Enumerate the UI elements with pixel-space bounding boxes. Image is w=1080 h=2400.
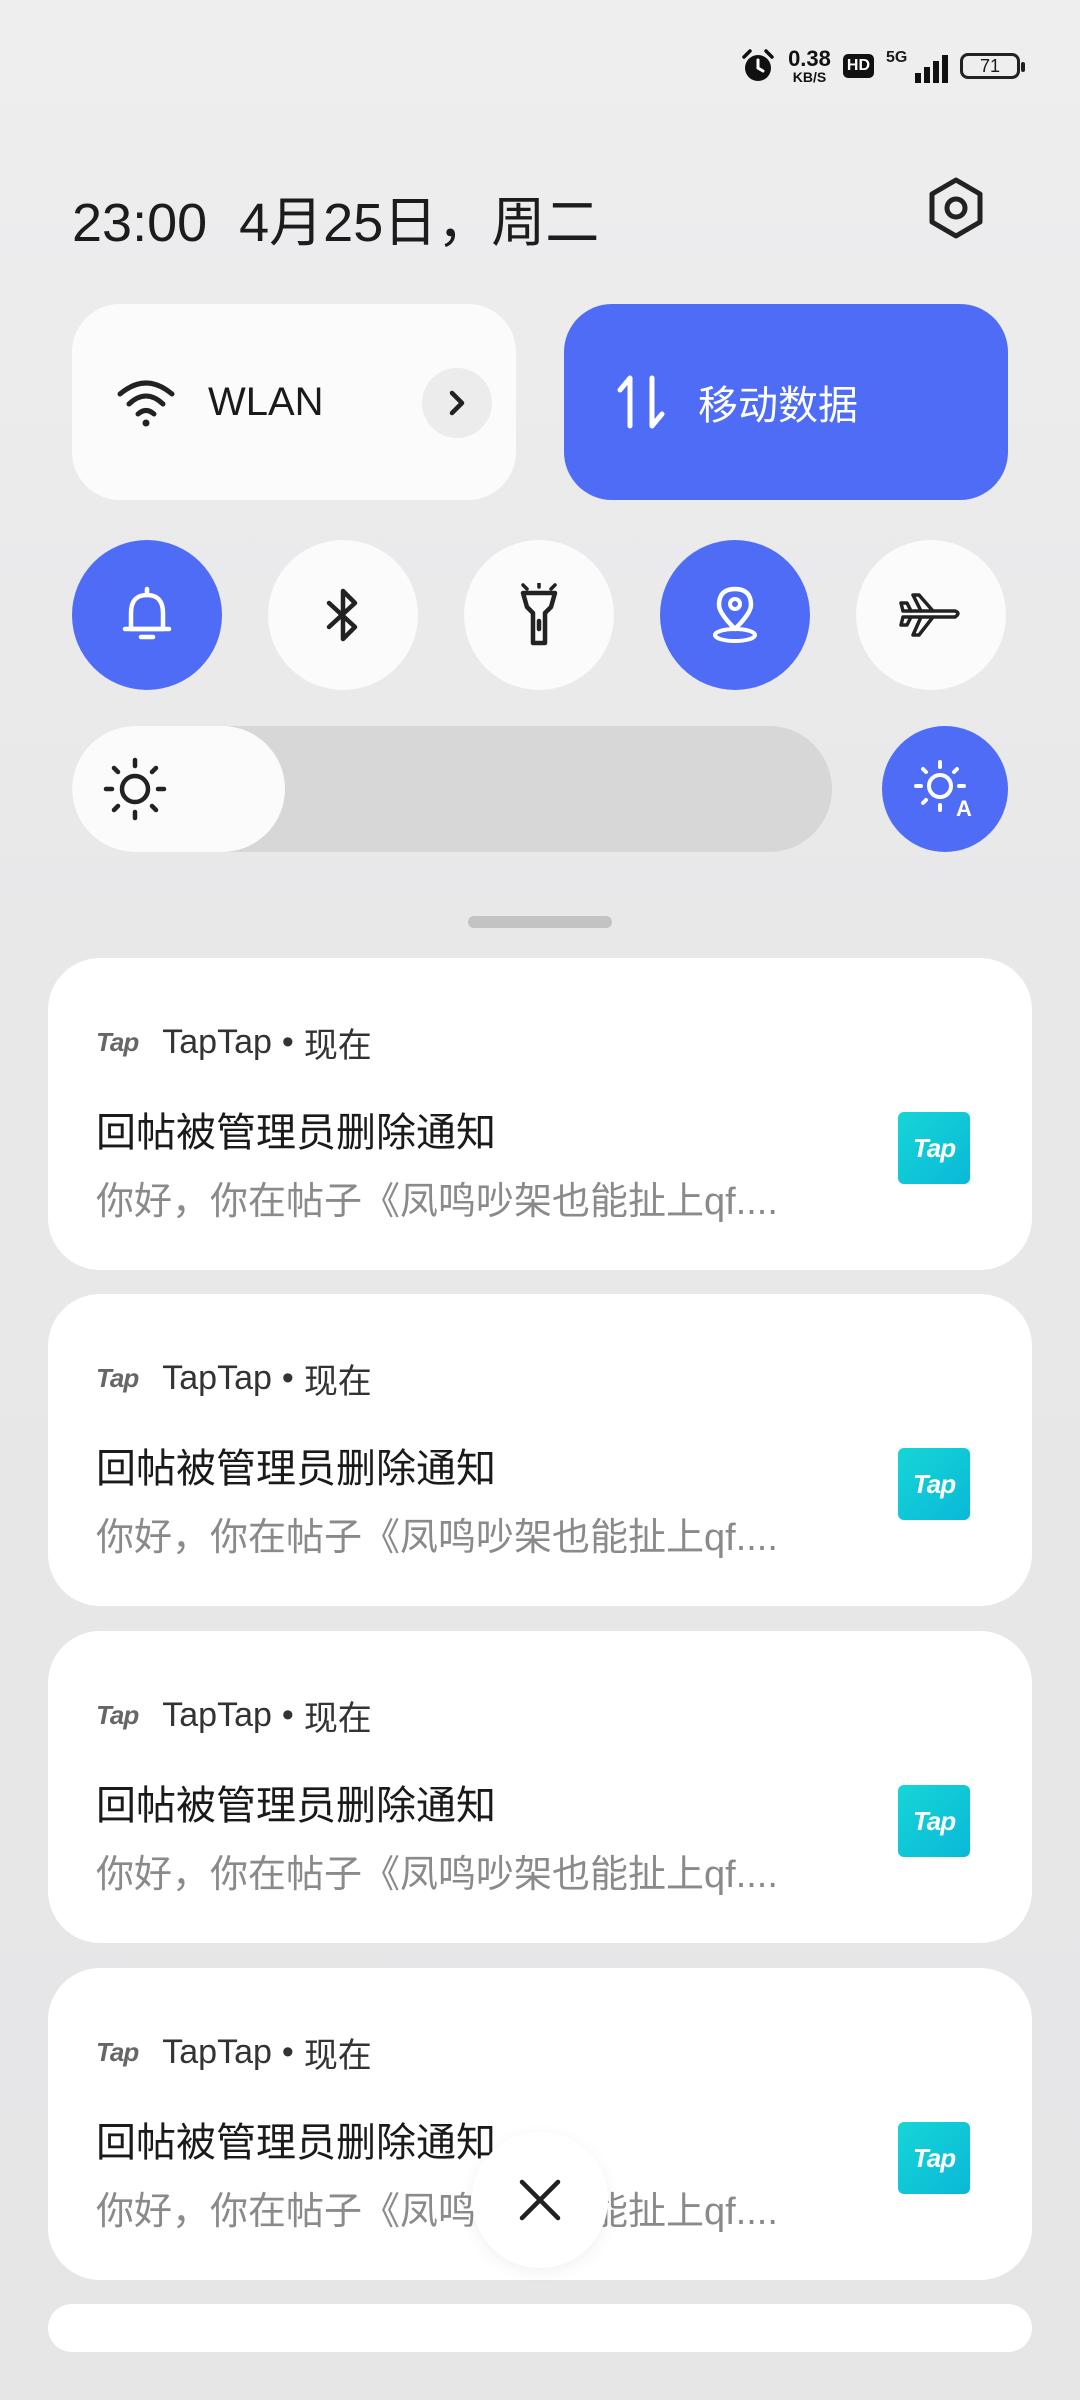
notification-title: 回帖被管理员删除通知 xyxy=(96,1447,496,1491)
bluetooth-toggle[interactable] xyxy=(268,540,418,690)
mobile-data-tile[interactable]: 移动数据 xyxy=(564,304,1008,500)
flashlight-icon xyxy=(520,583,558,646)
drag-handle[interactable] xyxy=(468,916,612,928)
network-type-label: 5G xyxy=(886,49,908,66)
notification-card-peek[interactable] xyxy=(48,2304,1032,2352)
app-name: TapTap xyxy=(162,2033,272,2071)
chevron-right-icon xyxy=(449,390,465,416)
separator-dot: • xyxy=(281,1359,294,1397)
data-transfer-icon xyxy=(617,375,665,429)
wlan-tile[interactable]: WLAN xyxy=(72,304,516,500)
mobile-data-label: 移动数据 xyxy=(698,384,858,428)
app-logo-small: Tap xyxy=(96,1027,139,1057)
taptap-app-icon: Tap xyxy=(898,1785,970,1857)
location-icon xyxy=(713,586,757,643)
close-icon xyxy=(519,2179,561,2221)
brightness-icon xyxy=(103,757,167,821)
signal-icon: 5G xyxy=(886,49,948,83)
app-name: TapTap xyxy=(162,1359,272,1397)
taptap-app-icon: Tap xyxy=(898,1112,970,1184)
notification-header: Tap TapTap • 现在 xyxy=(96,1691,372,1740)
app-name: TapTap xyxy=(162,1023,272,1061)
app-logo-small: Tap xyxy=(96,1363,139,1393)
sound-toggle[interactable] xyxy=(72,540,222,690)
notification-time: 现在 xyxy=(303,2037,372,2075)
settings-button[interactable] xyxy=(920,172,992,244)
bell-icon xyxy=(122,586,172,640)
notification-card[interactable]: Tap TapTap • 现在 回帖被管理员删除通知 你好，你在帖子《凤鸣吵架也… xyxy=(48,1631,1032,1943)
wlan-details-button[interactable] xyxy=(422,368,492,438)
clear-all-button[interactable] xyxy=(472,2132,608,2268)
taptap-app-icon: Tap xyxy=(898,2122,970,2194)
notification-body: 你好，你在帖子《凤鸣吵架也能扯上qf.... xyxy=(96,1181,778,1223)
separator-dot: • xyxy=(281,1023,294,1061)
app-logo-small: Tap xyxy=(96,1700,139,1730)
separator-dot: • xyxy=(281,2033,294,2071)
battery-level: 71 xyxy=(979,55,1001,76)
hd-badge: HD xyxy=(842,54,874,78)
app-icon-text: Tap xyxy=(912,1132,956,1163)
svg-text:A: A xyxy=(956,796,972,821)
network-speed-unit: KB/S xyxy=(792,69,827,85)
notification-title: 回帖被管理员删除通知 xyxy=(96,1111,496,1155)
wifi-icon xyxy=(117,380,175,427)
separator-dot: • xyxy=(281,1696,294,1734)
notification-card[interactable]: Tap TapTap • 现在 回帖被管理员删除通知 你好，你在帖子《凤鸣吵架也… xyxy=(48,958,1032,1270)
signal-bars xyxy=(915,55,948,83)
app-icon-text: Tap xyxy=(912,2142,956,2173)
date-time-header: 23:00 4月25日，周二 xyxy=(72,178,599,257)
notification-header: Tap TapTap • 现在 xyxy=(96,1018,372,1067)
notification-body: 你好，你在帖子《凤鸣吵架也能扯上qf.... xyxy=(96,1517,778,1559)
app-logo-small: Tap xyxy=(96,2037,139,2067)
notification-time: 现在 xyxy=(303,1363,372,1401)
notification-time: 现在 xyxy=(303,1700,372,1738)
flashlight-toggle[interactable] xyxy=(464,540,614,690)
battery-icon: 71 xyxy=(960,53,1025,79)
app-name: TapTap xyxy=(162,1696,272,1734)
wlan-label: WLAN xyxy=(208,379,324,424)
settings-icon xyxy=(929,177,983,239)
network-speed-value: 0.38 xyxy=(788,46,831,71)
auto-brightness-icon: A xyxy=(914,760,972,821)
alarm-icon xyxy=(742,49,774,81)
notification-header: Tap TapTap • 现在 xyxy=(96,1354,372,1403)
auto-brightness-button[interactable]: A xyxy=(882,726,1008,852)
notification-card[interactable]: Tap TapTap • 现在 回帖被管理员删除通知 你好，你在帖子《凤鸣吵架也… xyxy=(48,1294,1032,1606)
app-icon-text: Tap xyxy=(912,1805,956,1836)
notification-header: Tap TapTap • 现在 xyxy=(96,2028,372,2077)
notification-title: 回帖被管理员删除通知 xyxy=(96,1784,496,1828)
clock-time[interactable]: 23:00 xyxy=(72,193,207,253)
bluetooth-icon xyxy=(326,588,358,642)
taptap-app-icon: Tap xyxy=(898,1448,970,1520)
notification-body: 你好，你在帖子《凤鸣吵架也能扯上qf.... xyxy=(96,1854,778,1896)
brightness-slider[interactable] xyxy=(72,726,832,852)
network-speed: 0.38 KB/S xyxy=(788,46,831,85)
date-label[interactable]: 4月25日，周二 xyxy=(239,193,599,253)
airplane-mode-toggle[interactable] xyxy=(856,540,1006,690)
notification-time: 现在 xyxy=(303,1027,372,1065)
airplane-icon xyxy=(899,593,960,637)
notification-title: 回帖被管理员删除通知 xyxy=(96,2121,496,2165)
app-icon-text: Tap xyxy=(912,1468,956,1499)
status-bar: 0.38 KB/S HD 5G 71 xyxy=(740,44,1025,88)
location-toggle[interactable] xyxy=(660,540,810,690)
